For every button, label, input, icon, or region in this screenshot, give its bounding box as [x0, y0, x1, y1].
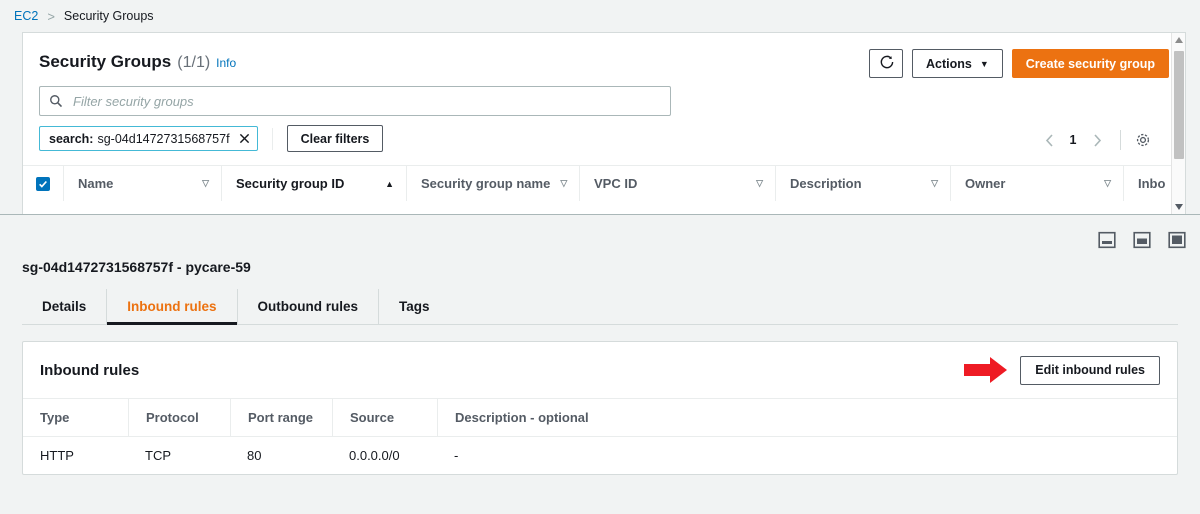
select-all-checkbox[interactable]: [36, 177, 50, 191]
panel-size-controls: [1098, 231, 1186, 252]
search-input[interactable]: [71, 93, 661, 110]
tab-label: Inbound rules: [127, 299, 216, 314]
column-header-name[interactable]: Name ▽: [63, 166, 221, 201]
scroll-down-icon[interactable]: [1172, 200, 1186, 214]
refresh-icon: [879, 55, 894, 73]
panel-size-medium-icon[interactable]: [1133, 231, 1151, 252]
detail-tabs: Details Inbound rules Outbound rules Tags: [22, 289, 1178, 325]
refresh-button[interactable]: [869, 49, 903, 78]
tab-label: Outbound rules: [258, 299, 359, 314]
tab-label: Details: [42, 299, 86, 314]
breadcrumb-current: Security Groups: [64, 9, 154, 23]
red-arrow-annotation-icon: [964, 357, 1008, 383]
selection-count: (1/1): [177, 54, 210, 72]
divider: [1120, 130, 1121, 150]
tab-label: Tags: [399, 299, 430, 314]
inbound-rules-actions: Edit inbound rules: [964, 356, 1160, 385]
rules-column-header-description-optional: Description - optional: [437, 399, 1177, 436]
rules-column-header-source: Source: [332, 399, 437, 436]
sort-icon[interactable]: ▽: [931, 178, 938, 189]
sort-ascending-icon[interactable]: ▲: [385, 179, 394, 189]
rules-column-header-type: Type: [23, 399, 128, 436]
close-icon[interactable]: [239, 133, 250, 144]
column-header-owner[interactable]: Owner ▽: [950, 166, 1123, 201]
cell-port-range: 80: [230, 437, 332, 474]
create-security-group-button[interactable]: Create security group: [1012, 49, 1169, 78]
detail-panel-title: sg-04d1472731568757f - pycare-59: [22, 259, 251, 275]
column-header-security-group-id[interactable]: Security group ID ▲: [221, 166, 406, 201]
rules-column-header-protocol: Protocol: [128, 399, 230, 436]
rules-column-header-port-range: Port range: [230, 399, 332, 436]
table-row[interactable]: HTTPTCP800.0.0.0/0-: [23, 436, 1177, 474]
column-header-label: VPC ID: [594, 176, 637, 191]
info-link[interactable]: Info: [216, 56, 236, 70]
edit-inbound-rules-label: Edit inbound rules: [1035, 363, 1145, 377]
active-filters-row: search: sg-04d1472731568757f Clear filte…: [23, 116, 1185, 152]
inbound-rules-body: HTTPTCP800.0.0.0/0-: [23, 436, 1177, 474]
sort-icon[interactable]: ▽: [1104, 178, 1111, 189]
filter-row: [23, 78, 1185, 116]
scrollbar-thumb[interactable]: [1174, 51, 1184, 159]
tab-details[interactable]: Details: [22, 289, 107, 324]
cell-protocol: TCP: [128, 437, 230, 474]
actions-button-label: Actions: [926, 57, 972, 71]
panel-size-small-icon[interactable]: [1098, 231, 1116, 252]
column-header-label: Description: [790, 176, 862, 191]
clear-filters-button[interactable]: Clear filters: [287, 125, 384, 152]
column-header-description[interactable]: Description ▽: [775, 166, 950, 201]
create-security-group-label: Create security group: [1026, 57, 1155, 71]
inbound-rules-header-row: TypeProtocolPort rangeSourceDescription …: [23, 398, 1177, 436]
sort-icon[interactable]: ▽: [202, 178, 209, 189]
search-box[interactable]: [39, 86, 671, 116]
sort-icon[interactable]: ▽: [756, 178, 763, 189]
tab-tags[interactable]: Tags: [379, 289, 450, 324]
gear-icon[interactable]: [1131, 128, 1155, 152]
divider: [272, 128, 273, 150]
edit-inbound-rules-button[interactable]: Edit inbound rules: [1020, 356, 1160, 385]
breadcrumb-separator-icon: >: [47, 9, 55, 24]
table-header-row: Name ▽ Security group ID ▲ Security group na…: [23, 165, 1185, 201]
panel-header: Security Groups (1/1) Info Actions ▼ Cre…: [23, 33, 1185, 78]
select-all-header: [23, 166, 63, 201]
breadcrumb-link-ec2[interactable]: EC2: [14, 9, 38, 23]
column-header-vpc-id[interactable]: VPC ID ▽: [579, 166, 775, 201]
pagination-prev-button[interactable]: [1036, 127, 1062, 153]
search-icon: [49, 94, 63, 108]
filter-token-search[interactable]: search: sg-04d1472731568757f: [39, 126, 258, 151]
clear-filters-label: Clear filters: [301, 132, 370, 146]
column-header-label: Owner: [965, 176, 1005, 191]
column-header-label: Security group ID: [236, 176, 344, 191]
sort-icon[interactable]: ▽: [560, 178, 567, 189]
column-header-label: Name: [78, 176, 113, 191]
tab-outbound-rules[interactable]: Outbound rules: [238, 289, 380, 324]
column-header-label: Security group name: [421, 176, 550, 191]
pagination-next-button[interactable]: [1084, 127, 1110, 153]
filter-token-value: sg-04d1472731568757f: [97, 132, 229, 146]
split-panel-detail: sg-04d1472731568757f - pycare-59 Details…: [0, 215, 1200, 514]
inbound-rules-title: Inbound rules: [40, 362, 139, 379]
page-title-text: Security Groups: [39, 52, 171, 72]
panel-size-large-icon[interactable]: [1168, 231, 1186, 252]
tab-inbound-rules[interactable]: Inbound rules: [107, 289, 237, 324]
actions-button[interactable]: Actions ▼: [912, 49, 1003, 78]
column-header-label: Inbo: [1138, 176, 1165, 191]
column-header-security-group-name[interactable]: Security group name ▽: [406, 166, 579, 201]
inbound-rules-card-header: Inbound rules Edit inbound rules: [23, 342, 1177, 398]
cell-type: HTTP: [23, 437, 128, 474]
cell-source: 0.0.0.0/0: [332, 437, 437, 474]
chevron-down-icon: ▼: [980, 59, 989, 69]
scroll-up-icon[interactable]: [1172, 33, 1185, 47]
header-actions: Actions ▼ Create security group: [869, 49, 1169, 78]
cell-description: -: [437, 437, 1177, 474]
table-vertical-scrollbar[interactable]: [1171, 33, 1185, 214]
breadcrumb: EC2 > Security Groups: [0, 0, 1200, 32]
inbound-rules-card: Inbound rules Edit inbound rules TypePro…: [22, 341, 1178, 475]
pagination-current-page[interactable]: 1: [1062, 133, 1084, 147]
pagination: 1: [1036, 127, 1155, 153]
filter-token-key: search:: [49, 132, 93, 146]
page-title: Security Groups (1/1) Info: [39, 49, 236, 72]
security-groups-panel: Security Groups (1/1) Info Actions ▼ Cre…: [22, 32, 1186, 214]
